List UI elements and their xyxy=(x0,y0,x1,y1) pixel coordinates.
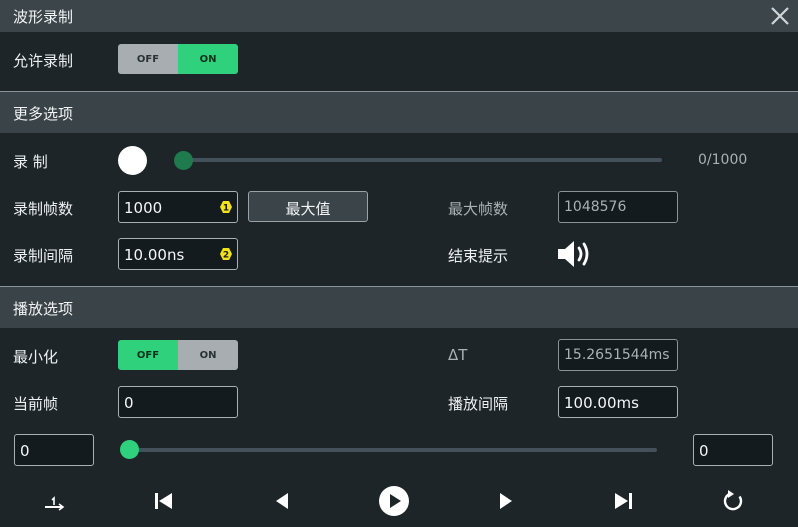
skip-first-icon[interactable] xyxy=(148,485,180,517)
range-start-value: 0 xyxy=(20,442,30,460)
range-start-input[interactable]: 0 xyxy=(14,434,94,466)
end-hint-label: 结束提示 xyxy=(448,247,509,265)
record-progress-text: 0/1000 xyxy=(698,152,748,168)
max-frames-label: 最大帧数 xyxy=(448,200,509,218)
delta-t-label: ΔT xyxy=(448,346,468,364)
max-frames-field: 1048576 xyxy=(558,191,678,223)
current-frame-label: 当前帧 xyxy=(13,395,59,413)
skip-last-icon[interactable] xyxy=(607,485,639,517)
delta-t-value: 15.2651544ms xyxy=(564,347,670,363)
current-frame-value: 0 xyxy=(124,394,134,412)
record-progress-track xyxy=(176,158,662,162)
enable-label: 允许录制 xyxy=(13,52,74,70)
enable-toggle[interactable]: OFF ON xyxy=(118,44,238,74)
minimize-off-option[interactable]: OFF xyxy=(118,340,178,370)
record-interval-label: 录制间隔 xyxy=(13,247,74,265)
play-interval-label: 播放间隔 xyxy=(448,395,509,413)
more-options-header: 更多选项 xyxy=(0,91,798,133)
repeat-icon[interactable] xyxy=(717,485,749,517)
waveform-record-dialog: 波形录制 允许录制 OFF ON 更多选项 录 制 0/1000 录制帧数 10… xyxy=(0,0,798,527)
delta-t-field: 15.2651544ms xyxy=(558,339,678,371)
record-frames-label: 录制帧数 xyxy=(13,200,74,218)
play-interval-value: 100.00ms xyxy=(564,394,639,412)
minimize-label: 最小化 xyxy=(13,348,59,366)
playback-options-header: 播放选项 xyxy=(0,286,798,328)
knob-1-badge-icon: 1 xyxy=(220,201,232,214)
max-value-button[interactable]: 最大值 xyxy=(248,191,368,222)
record-button[interactable] xyxy=(118,146,147,175)
frame-slider-track xyxy=(124,448,657,452)
more-options-title: 更多选项 xyxy=(13,105,74,123)
knob-2-badge-icon: 2 xyxy=(220,248,232,261)
dialog-title: 波形录制 xyxy=(13,8,74,26)
play-icon[interactable] xyxy=(378,485,410,517)
badge-2-text: 2 xyxy=(223,251,229,261)
max-frames-value: 1048576 xyxy=(564,199,627,215)
playback-options-title: 播放选项 xyxy=(13,300,74,318)
next-icon[interactable] xyxy=(490,485,522,517)
record-frames-value: 1000 xyxy=(124,199,163,217)
badge-1-text: 1 xyxy=(223,204,229,214)
record-interval-value: 10.00ns xyxy=(124,246,185,264)
title-bar: 波形录制 xyxy=(0,0,798,32)
play-interval-input[interactable]: 100.00ms xyxy=(558,386,678,418)
range-end-input[interactable]: 0 xyxy=(693,434,773,466)
record-frames-input[interactable]: 1000 1 xyxy=(118,191,238,223)
range-end-value: 0 xyxy=(699,442,709,460)
step-icon[interactable] xyxy=(38,485,70,517)
toggle-off-option[interactable]: OFF xyxy=(118,44,178,74)
record-progress-knob[interactable] xyxy=(174,151,193,170)
prev-icon[interactable] xyxy=(266,485,298,517)
frame-slider-knob[interactable] xyxy=(120,440,139,459)
minimize-toggle[interactable]: OFF ON xyxy=(118,340,238,370)
current-frame-input[interactable]: 0 xyxy=(118,386,238,418)
toggle-on-option[interactable]: ON xyxy=(178,44,238,74)
close-icon[interactable] xyxy=(766,2,794,30)
minimize-on-option[interactable]: ON xyxy=(178,340,238,370)
record-interval-input[interactable]: 10.00ns 2 xyxy=(118,238,238,270)
speaker-icon[interactable] xyxy=(556,238,592,270)
record-label: 录 制 xyxy=(13,153,48,171)
